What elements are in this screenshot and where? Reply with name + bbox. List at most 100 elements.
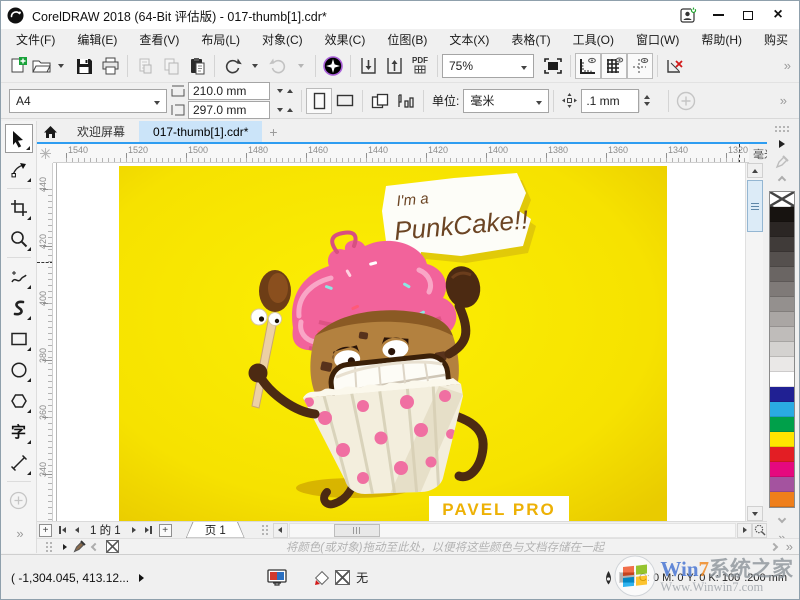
swatch-no-color[interactable] [770, 192, 794, 207]
swatch-purple[interactable] [770, 477, 794, 492]
swatch-magenta[interactable] [770, 462, 794, 477]
units-combo[interactable]: 毫米 [463, 89, 549, 113]
first-page-icon[interactable] [54, 523, 69, 538]
open-dropdown-icon[interactable] [51, 53, 71, 79]
next-page-icon[interactable] [127, 523, 142, 538]
swatch-gray-10[interactable] [770, 342, 794, 357]
swatch-green[interactable] [770, 417, 794, 432]
page-size-combo[interactable]: A4 [9, 89, 167, 113]
document-palette-no-color-swatch[interactable] [106, 540, 119, 553]
document-palette-flyout-icon[interactable] [57, 539, 72, 554]
show-grid-icon[interactable] [601, 53, 627, 79]
close-button[interactable]: × [763, 4, 793, 26]
new-document-icon[interactable] [5, 53, 31, 79]
scroll-down-icon[interactable] [747, 506, 763, 521]
toolbar-overflow-icon[interactable]: » [780, 58, 795, 73]
drawing-canvas[interactable]: PAVEL PRO I'm a PunkCake!! [53, 163, 745, 521]
swatch-black[interactable] [770, 207, 794, 222]
swatch-blue[interactable] [770, 402, 794, 417]
horizontal-ruler[interactable]: 1540152015001480146014401420140013801360… [53, 144, 749, 163]
swatch-gray-20[interactable] [770, 327, 794, 342]
zoom-level-combo[interactable]: 75% [442, 54, 534, 78]
units-dropdown-icon[interactable] [528, 94, 542, 108]
swatch-white[interactable] [770, 372, 794, 387]
menu-object[interactable]: 对象(C) [251, 29, 314, 50]
vertical-scroll-thumb[interactable] [747, 180, 763, 232]
swatch-gray-60[interactable] [770, 267, 794, 282]
add-page-start-icon[interactable]: + [39, 524, 52, 537]
property-bar-overflow-icon[interactable]: » [776, 93, 791, 108]
export-icon[interactable] [381, 53, 407, 79]
undo-icon[interactable] [219, 53, 245, 79]
show-guidelines-icon[interactable] [627, 53, 653, 79]
previous-page-icon[interactable] [69, 523, 84, 538]
zoom-tool[interactable] [5, 224, 33, 253]
cupcake-illustration[interactable]: PAVEL PRO I'm a PunkCake!! [119, 166, 667, 521]
text-tool[interactable]: 字 [5, 417, 33, 446]
import-icon[interactable] [355, 53, 381, 79]
menu-bitmaps[interactable]: 位图(B) [376, 29, 438, 50]
toolbox-overflow-icon[interactable]: » [5, 526, 35, 541]
menu-effects[interactable]: 效果(C) [314, 29, 377, 50]
swatch-gray-70[interactable] [770, 252, 794, 267]
landscape-orientation-icon[interactable] [332, 88, 358, 114]
scroll-up-icon[interactable] [747, 163, 763, 178]
print-icon[interactable] [97, 53, 123, 79]
maximize-button[interactable] [733, 4, 763, 26]
vertical-ruler[interactable]: 440420400380360340 [37, 163, 53, 521]
show-rulers-icon[interactable] [575, 53, 601, 79]
polygon-tool[interactable] [5, 386, 33, 415]
horizontal-scroll-thumb[interactable] [334, 524, 380, 537]
paste-icon[interactable] [184, 53, 210, 79]
page-height-input[interactable]: 297.0 mm [188, 101, 270, 119]
page-size-dropdown-icon[interactable] [146, 94, 160, 108]
page-height-spinner[interactable] [273, 108, 297, 112]
ruler-origin-icon[interactable] [37, 144, 53, 163]
swatch-orange[interactable] [770, 492, 794, 507]
swatch-gray-80[interactable] [770, 237, 794, 252]
tab-welcome-screen[interactable]: 欢迎屏幕 [63, 121, 139, 142]
menu-edit[interactable]: 编辑(E) [66, 29, 128, 50]
save-icon[interactable] [71, 53, 97, 79]
document-color-settings-icon[interactable] [267, 569, 287, 586]
freehand-tool[interactable] [5, 262, 33, 291]
tab-document[interactable]: 017-thumb[1].cdr* [139, 121, 262, 142]
swatch-red[interactable] [770, 447, 794, 462]
new-tab-icon[interactable]: + [262, 121, 284, 142]
swatch-gray-5[interactable] [770, 357, 794, 372]
swatch-gray-30[interactable] [770, 312, 794, 327]
palette-flyout-icon[interactable] [779, 136, 785, 152]
dimension-tool[interactable] [5, 448, 33, 477]
fullscreen-preview-icon[interactable] [540, 53, 566, 79]
document-palette-overflow-icon[interactable]: » [782, 539, 797, 554]
menu-help[interactable]: 帮助(H) [690, 29, 753, 50]
scroll-right-icon[interactable] [737, 523, 752, 538]
current-page-icon[interactable] [393, 88, 419, 114]
palette-drag-handle[interactable] [774, 125, 790, 133]
hscroll-drag-handle[interactable] [261, 524, 269, 536]
menu-layout[interactable]: 布局(L) [190, 29, 251, 50]
account-icon[interactable] [673, 4, 703, 26]
outline-pen-icon[interactable] [602, 570, 615, 586]
menu-text[interactable]: 文本(X) [438, 29, 500, 50]
minimize-button[interactable] [703, 4, 733, 26]
add-page-end-icon[interactable]: + [159, 524, 172, 537]
menu-table[interactable]: 表格(T) [500, 29, 561, 50]
artistic-media-tool[interactable] [5, 293, 33, 322]
swatch-gray-50[interactable] [770, 282, 794, 297]
nudge-spinner[interactable] [639, 90, 654, 112]
undo-dropdown-icon[interactable] [245, 53, 265, 79]
shape-tool[interactable] [5, 155, 33, 184]
nudge-distance-input[interactable]: .1 mm [581, 89, 639, 113]
document-palette-eyedropper-icon[interactable] [72, 539, 87, 554]
menu-view[interactable]: 查看(V) [128, 29, 190, 50]
horizontal-scrollbar[interactable] [289, 523, 736, 538]
rectangle-tool[interactable] [5, 324, 33, 353]
status-expander-icon[interactable] [139, 571, 144, 585]
home-icon[interactable] [37, 121, 63, 142]
scroll-left-icon[interactable] [273, 523, 288, 538]
zoom-dropdown-icon[interactable] [513, 59, 527, 73]
crop-tool[interactable] [5, 193, 33, 222]
last-page-icon[interactable] [142, 523, 157, 538]
launch-app-icon[interactable] [320, 53, 346, 79]
